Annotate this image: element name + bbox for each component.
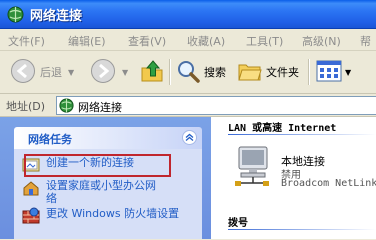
search-button[interactable]: 搜索 xyxy=(176,56,226,88)
network-connections-icon xyxy=(59,98,74,116)
firewall-icon xyxy=(22,207,40,225)
toolbar-separator xyxy=(169,59,171,85)
task-create-connection[interactable]: 创建一个新的连接 xyxy=(14,156,134,174)
back-button[interactable]: 后退 ▼ xyxy=(10,56,74,88)
search-icon xyxy=(176,59,200,86)
chevron-up-icon xyxy=(185,133,194,141)
network-tasks-header[interactable]: 网络任务 xyxy=(14,127,202,149)
menu-favorites[interactable]: 收藏(A) xyxy=(187,33,225,49)
task-setup-home-network[interactable]: 设置家庭或小型办公网络 xyxy=(14,179,166,205)
forward-arrow-icon xyxy=(90,58,116,87)
address-value: 网络连接 xyxy=(78,101,122,114)
group-dialup-title: 拨号 xyxy=(228,218,248,229)
task-setup-home-network-label: 设置家庭或小型办公网络 xyxy=(46,179,156,205)
toolbar-separator xyxy=(308,59,310,85)
group-lan-divider xyxy=(228,134,376,135)
task-create-connection-label: 创建一个新的连接 xyxy=(46,156,134,169)
toolbar: 后退 ▼ ▼ 搜索 文件夹 ▼ xyxy=(0,51,376,94)
address-input[interactable]: 网络连接 xyxy=(56,96,376,115)
search-label: 搜索 xyxy=(204,66,226,79)
group-lan-title: LAN 或高速 Internet xyxy=(228,123,337,134)
address-label: 地址(D) xyxy=(6,100,46,113)
menu-bar: 文件(F) 编辑(E) 查看(V) 收藏(A) 工具(T) 高级(N) 帮助 xyxy=(0,29,376,64)
up-folder-button[interactable] xyxy=(140,56,164,88)
menu-view[interactable]: 查看(V) xyxy=(128,33,166,49)
up-folder-icon xyxy=(140,58,164,87)
connection-device: Broadcom NetLink xyxy=(281,178,376,189)
task-pane: 网络任务 创建一个新的连接 设置家庭或小型办公网络 更改 Windows 防火墙… xyxy=(0,117,211,239)
menu-file[interactable]: 文件(F) xyxy=(8,33,45,49)
menu-edit[interactable]: 编辑(E) xyxy=(68,33,106,49)
task-firewall-settings-label: 更改 Windows 防火墙设置 xyxy=(46,207,180,220)
new-connection-icon xyxy=(22,156,40,174)
folders-label: 文件夹 xyxy=(266,66,299,79)
group-dialup-divider xyxy=(228,229,376,230)
content-area: 网络任务 创建一个新的连接 设置家庭或小型办公网络 更改 Windows 防火墙… xyxy=(0,117,376,239)
window-title: 网络连接 xyxy=(30,9,83,24)
back-label: 后退 xyxy=(40,66,62,79)
views-icon xyxy=(316,60,342,85)
menu-advanced[interactable]: 高级(N) xyxy=(302,33,341,49)
menu-tools[interactable]: 工具(T) xyxy=(246,33,283,49)
connections-list: LAN 或高速 Internet 本地连接 禁用 Broadcom NetLin… xyxy=(211,117,376,239)
forward-dropdown-icon[interactable]: ▼ xyxy=(122,68,128,77)
back-arrow-icon xyxy=(10,58,36,87)
local-connection-icon[interactable] xyxy=(229,145,275,192)
collapse-button[interactable] xyxy=(182,130,197,145)
views-dropdown-icon[interactable]: ▼ xyxy=(345,68,351,77)
network-tasks-body: 创建一个新的连接 设置家庭或小型办公网络 更改 Windows 防火墙设置 xyxy=(14,149,202,239)
address-bar: 地址(D) 网络连接 xyxy=(0,94,376,117)
network-tasks-title: 网络任务 xyxy=(28,133,72,146)
forward-button[interactable]: ▼ xyxy=(90,56,128,88)
title-bar[interactable]: 网络连接 xyxy=(0,0,376,29)
views-button[interactable]: ▼ xyxy=(316,56,351,88)
network-connections-icon xyxy=(7,6,24,26)
folders-icon xyxy=(238,60,262,85)
back-dropdown-icon[interactable]: ▼ xyxy=(68,68,74,77)
home-network-icon xyxy=(22,179,40,197)
folders-button[interactable]: 文件夹 xyxy=(238,56,299,88)
task-firewall-settings[interactable]: 更改 Windows 防火墙设置 xyxy=(14,207,186,225)
